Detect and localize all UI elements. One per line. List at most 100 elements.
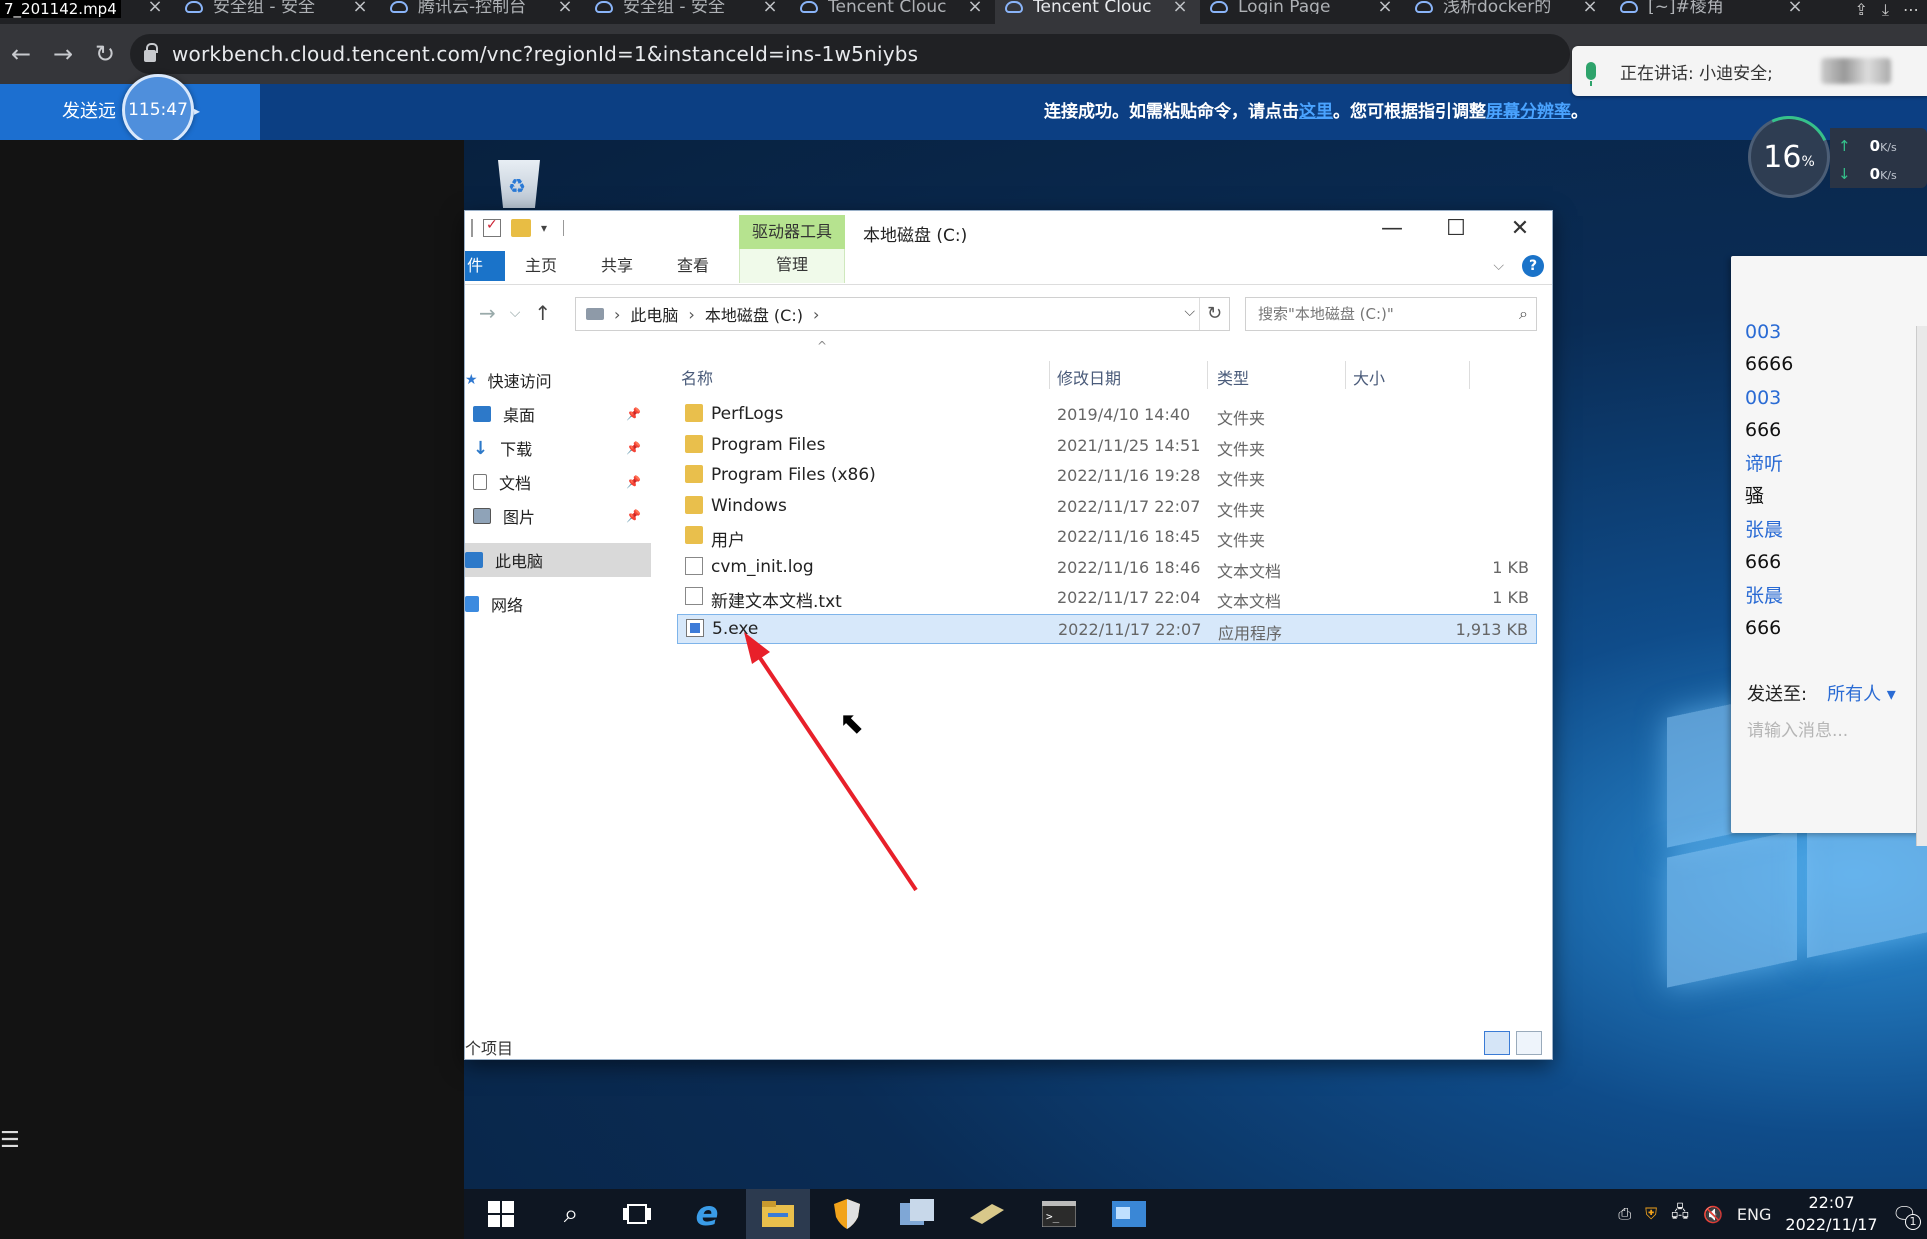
file-row[interactable]: Program Files 2021/11/25 14:51 文件夹 bbox=[677, 431, 1537, 461]
customize-toolbar-icon[interactable]: ▾ bbox=[541, 221, 547, 235]
usb-icon[interactable]: ⎙ bbox=[1618, 1204, 1631, 1224]
more-icon[interactable]: ⋯ bbox=[1903, 0, 1919, 24]
paste-command-link[interactable]: 这里 bbox=[1299, 102, 1333, 122]
chat-input[interactable]: 请输入消息... bbox=[1747, 716, 1848, 741]
nav-pictures[interactable]: 图片 📌 bbox=[465, 499, 651, 533]
column-divider[interactable] bbox=[1207, 361, 1208, 389]
close-tab-icon[interactable]: × bbox=[350, 0, 370, 16]
screen-resolution-link[interactable]: 屏幕分辨率 bbox=[1486, 102, 1571, 122]
search-icon[interactable]: ⌕ bbox=[554, 1197, 588, 1231]
speaker-avatar bbox=[1820, 58, 1891, 84]
language-indicator[interactable]: ENG bbox=[1737, 1205, 1771, 1224]
file-row[interactable]: 用户 2022/11/16 18:45 文件夹 bbox=[677, 522, 1537, 552]
start-windows-icon[interactable] bbox=[484, 1197, 518, 1231]
search-icon[interactable]: ⌕ bbox=[1519, 298, 1528, 330]
internet-explorer-icon[interactable]: e bbox=[690, 1194, 724, 1234]
tools-icon[interactable] bbox=[970, 1197, 1004, 1231]
powershell-icon[interactable]: >_ bbox=[1042, 1197, 1076, 1231]
minimize-icon[interactable]: — bbox=[1360, 211, 1424, 249]
network-tray-icon[interactable]: 🖧 bbox=[1671, 1201, 1689, 1228]
file-row[interactable]: 5.exe 2022/11/17 22:07 应用程序 1,913 KB bbox=[677, 613, 1537, 644]
browser-tab[interactable]: Login Page × bbox=[1200, 0, 1405, 24]
browser-tab[interactable]: Tencent Clouc × bbox=[790, 0, 995, 24]
close-tab-icon[interactable]: × bbox=[965, 0, 985, 16]
new-folder-icon[interactable] bbox=[511, 219, 531, 237]
address-dropdown-icon[interactable]: ⌵ bbox=[1184, 304, 1195, 320]
ribbon-tab-manage[interactable]: 管理 bbox=[739, 249, 845, 283]
close-tab-icon[interactable]: × bbox=[1580, 0, 1600, 16]
close-icon[interactable]: ✕ bbox=[1488, 211, 1552, 249]
column-size[interactable]: 大小 bbox=[1353, 365, 1385, 389]
close-tab-icon[interactable]: × bbox=[1170, 0, 1190, 16]
properties-icon[interactable] bbox=[483, 217, 501, 237]
search-input[interactable]: 搜索"本地磁盘 (C:)" ⌕ bbox=[1245, 297, 1537, 331]
column-divider[interactable] bbox=[1469, 361, 1470, 389]
forward-icon[interactable]: → bbox=[42, 40, 84, 68]
file-row[interactable]: 新建文本文档.txt 2022/11/17 22:04 文本文档 1 KB bbox=[677, 583, 1537, 613]
nav-documents[interactable]: 文档 📌 bbox=[465, 465, 651, 499]
close-tab-icon[interactable]: × bbox=[760, 0, 780, 16]
recent-locations-icon[interactable]: ⌵ bbox=[510, 305, 521, 325]
breadcrumb-local-disk[interactable]: 本地磁盘 (C:) bbox=[705, 302, 803, 326]
column-date[interactable]: 修改日期 bbox=[1057, 365, 1121, 389]
up-arrow-icon[interactable]: ↑ bbox=[534, 301, 551, 325]
browser-tab[interactable]: 浅析docker的 × bbox=[1405, 0, 1610, 24]
send-to-select[interactable]: 所有人 ▾ bbox=[1827, 684, 1896, 705]
recycle-bin-icon[interactable]: ♻ bbox=[494, 152, 544, 208]
share-icon[interactable]: ⇪ bbox=[1855, 0, 1868, 24]
reload-icon[interactable]: ↻ bbox=[84, 40, 126, 68]
ribbon-tab-view[interactable]: 查看 bbox=[677, 251, 709, 281]
browser-tab[interactable]: 安全组 - 安全 × bbox=[585, 0, 790, 24]
nav-network[interactable]: 网络 bbox=[465, 587, 651, 621]
browser-tab[interactable]: [~]#棱角 × bbox=[1610, 0, 1815, 24]
file-row[interactable]: Windows 2022/11/17 22:07 文件夹 bbox=[677, 492, 1537, 522]
browser-tab[interactable]: 安全组 - 安全 × bbox=[175, 0, 380, 24]
nav-downloads[interactable]: ↓ 下载 📌 bbox=[465, 431, 651, 465]
column-type[interactable]: 类型 bbox=[1217, 365, 1249, 389]
file-row[interactable]: cvm_init.log 2022/11/16 18:46 文本文档 1 KB bbox=[677, 553, 1537, 583]
server-manager-icon[interactable] bbox=[900, 1197, 934, 1231]
file-name: Windows bbox=[711, 495, 787, 516]
volume-muted-icon[interactable]: 🔇 bbox=[1703, 1205, 1723, 1224]
details-view-icon[interactable] bbox=[1484, 1031, 1510, 1055]
maximize-icon[interactable]: ☐ bbox=[1424, 211, 1488, 249]
column-divider[interactable] bbox=[1345, 361, 1346, 389]
nav-desktop[interactable]: 桌面 📌 bbox=[465, 397, 651, 431]
close-tab-icon[interactable]: × bbox=[145, 0, 165, 16]
remote-desktop-icon[interactable] bbox=[1112, 1197, 1146, 1231]
url-input[interactable]: workbench.cloud.tencent.com/vnc?regionId… bbox=[130, 34, 1570, 74]
file-explorer-taskbar-icon[interactable] bbox=[746, 1189, 810, 1239]
close-tab-icon[interactable]: × bbox=[1785, 0, 1805, 16]
drive-tools-tab[interactable]: 驱动器工具 bbox=[739, 215, 845, 249]
ribbon-tab-home[interactable]: 主页 bbox=[525, 251, 557, 281]
nav-this-pc[interactable]: 此电脑 bbox=[465, 543, 651, 577]
explorer-titlebar: ▾ 驱动器工具 本地磁盘 (C:) — ☐ ✕ bbox=[465, 211, 1552, 249]
close-tab-icon[interactable]: × bbox=[1375, 0, 1395, 16]
menu-icon[interactable]: ☰ bbox=[0, 1128, 20, 1153]
back-icon[interactable]: ← bbox=[0, 40, 42, 68]
breadcrumb-this-pc[interactable]: 此电脑 bbox=[630, 302, 678, 326]
notice-text-2: 。您可根据指引调整 bbox=[1333, 102, 1486, 122]
task-view-icon[interactable] bbox=[620, 1197, 654, 1231]
download-icon[interactable]: ⤓ bbox=[1882, 0, 1889, 24]
browser-tab[interactable]: Tencent Clouc × bbox=[995, 0, 1200, 24]
ribbon-tab-file[interactable]: 件 bbox=[465, 251, 505, 281]
close-tab-icon[interactable]: × bbox=[555, 0, 575, 16]
nav-quick-access[interactable]: ★ 快速访问 bbox=[465, 363, 651, 397]
column-divider[interactable] bbox=[1049, 361, 1050, 389]
explorer-address-bar[interactable]: › 此电脑 › 本地磁盘 (C:) › ⌵ ↻ bbox=[575, 297, 1230, 331]
file-row[interactable]: PerfLogs 2019/4/10 14:40 文件夹 bbox=[677, 400, 1537, 430]
tray-shield-icon[interactable]: ⛨ bbox=[1645, 1204, 1657, 1224]
large-icons-view-icon[interactable] bbox=[1516, 1031, 1542, 1055]
file-row[interactable]: Program Files (x86) 2022/11/16 19:28 文件夹 bbox=[677, 461, 1537, 491]
refresh-icon[interactable]: ↻ bbox=[1199, 298, 1229, 330]
ribbon-tab-share[interactable]: 共享 bbox=[601, 251, 633, 281]
notification-center-icon[interactable]: 🗨 1 bbox=[1892, 1202, 1921, 1230]
clock[interactable]: 22:07 2022/11/17 bbox=[1785, 1192, 1877, 1236]
forward-arrow-icon[interactable]: → bbox=[479, 301, 496, 325]
column-name[interactable]: 名称 bbox=[681, 365, 713, 389]
help-icon[interactable]: ? bbox=[1522, 255, 1544, 277]
browser-tab[interactable]: 腾讯云-控制台 × bbox=[380, 0, 585, 24]
expand-ribbon-icon[interactable]: ⌵ bbox=[1493, 258, 1504, 274]
security-shield-icon[interactable] bbox=[830, 1197, 864, 1231]
